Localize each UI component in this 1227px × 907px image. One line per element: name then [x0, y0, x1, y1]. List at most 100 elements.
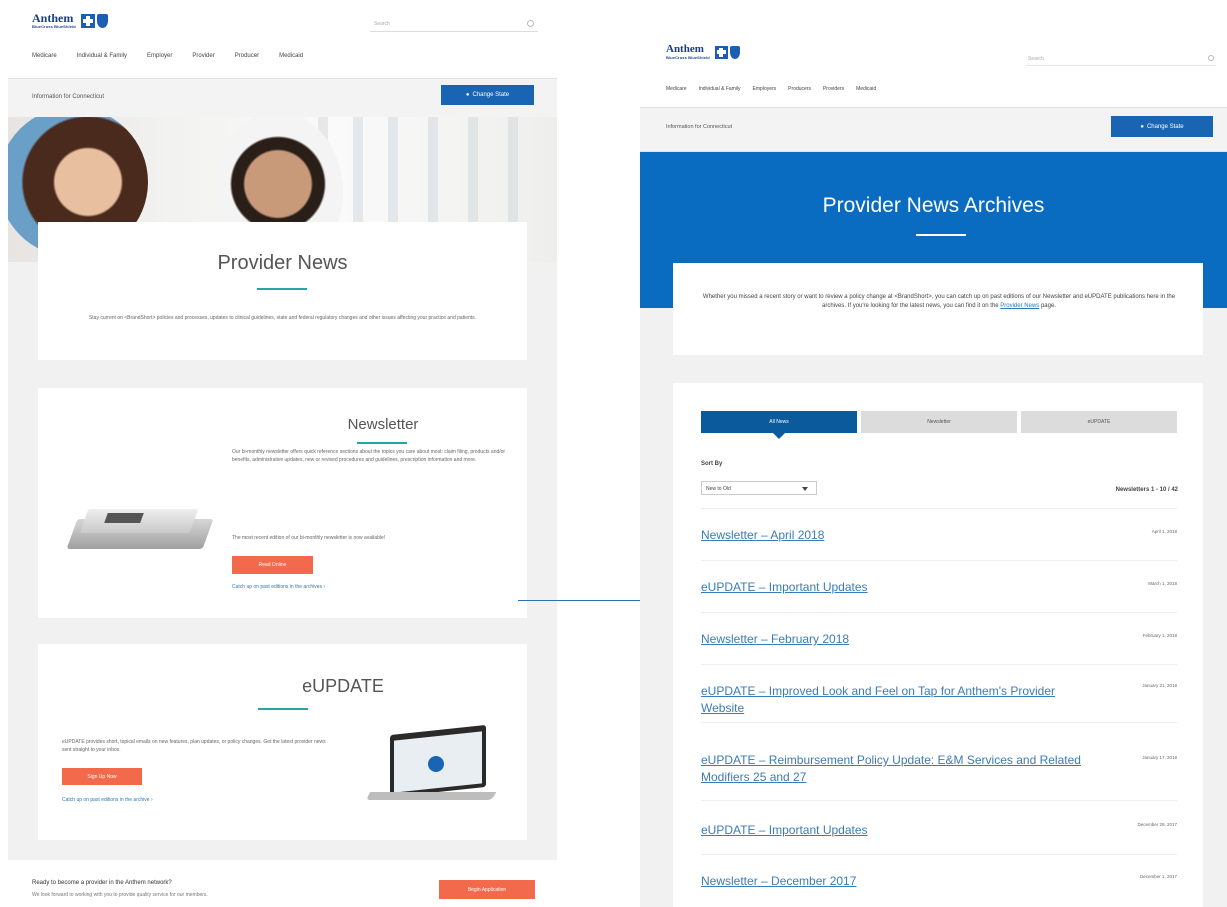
change-state-button[interactable]: ● Change State — [1111, 116, 1213, 137]
provider-news-link[interactable]: Provider News — [1000, 303, 1039, 309]
search-input[interactable]: Search — [1026, 52, 1216, 66]
change-state-button[interactable]: ● Change State — [441, 85, 534, 105]
sort-select[interactable]: New to Old — [701, 481, 817, 495]
archive-item-link[interactable]: eUPDATE – Improved Look and Feel on Tap … — [701, 683, 1101, 717]
chevron-down-icon — [802, 487, 808, 491]
read-online-button[interactable]: Read Online — [232, 556, 313, 574]
eupdate-card: eUPDATE eUPDATE provides short, topical … — [38, 644, 527, 840]
main-nav: Medicare Individual & Family Employers P… — [666, 86, 888, 92]
nav-item-employers[interactable]: Employers — [753, 86, 777, 92]
archive-list-card: All News Newsletter eUPDATE Sort By New … — [673, 383, 1203, 907]
blue-shield-icon — [96, 13, 108, 28]
chevron-right-icon: › — [150, 797, 153, 803]
comparison-canvas: Anthem BlueCross BlueShield Search Medic… — [0, 0, 1227, 907]
logo-wordmark: Anthem — [666, 43, 704, 55]
title-underline — [357, 442, 407, 444]
provider-news-description: Stay current on <BrandShort> policies an… — [88, 315, 477, 321]
tab-eupdate[interactable]: eUPDATE — [1021, 411, 1177, 433]
nav-item-providers[interactable]: Providers — [823, 86, 844, 92]
list-item: Newsletter – April 2018 April 1, 2018 — [701, 508, 1177, 560]
archive-item-link[interactable]: Newsletter – April 2018 — [701, 527, 824, 544]
begin-application-button[interactable]: Begin Application — [439, 880, 535, 899]
newsletter-card: Newsletter Our bi-monthly newsletter off… — [38, 388, 527, 618]
state-info-bar: Information for Connecticut ● Change Sta… — [8, 78, 557, 118]
newspaper-image — [66, 505, 214, 549]
laptop-image — [365, 724, 498, 812]
list-item: eUPDATE – Reimbursement Policy Update: E… — [701, 722, 1177, 800]
footer-cta: Ready to become a provider in the Anthem… — [8, 860, 557, 907]
nav-item-provider[interactable]: Provider — [192, 53, 214, 59]
search-input[interactable]: Search — [370, 16, 538, 32]
nav-item-individual-family[interactable]: Individual & Family — [77, 53, 127, 59]
nav-item-medicaid[interactable]: Medicaid — [279, 53, 303, 59]
logo-subtext: BlueCross BlueShield — [32, 24, 76, 29]
results-count: Newsletters 1 - 10 / 42 — [1115, 487, 1178, 493]
archive-item-link[interactable]: eUPDATE – Important Updates — [701, 822, 868, 839]
nav-item-employer[interactable]: Employer — [147, 53, 172, 59]
nav-item-medicare[interactable]: Medicare — [32, 53, 57, 59]
nav-item-producers[interactable]: Producers — [788, 86, 811, 92]
eupdate-description: eUPDATE provides short, topical emails o… — [62, 739, 326, 753]
title-underline — [257, 288, 307, 290]
search-icon[interactable] — [1208, 55, 1214, 61]
location-pin-icon: ● — [465, 92, 470, 98]
logo-wordmark: Anthem — [32, 11, 74, 25]
archive-item-date: February 1, 2018 — [1142, 633, 1177, 638]
blue-shield-icon — [729, 45, 740, 59]
anthem-logo[interactable]: Anthem BlueCross BlueShield — [32, 12, 108, 29]
site-header: Anthem BlueCross BlueShield Search Medic… — [640, 0, 1227, 107]
archive-item-link[interactable]: eUPDATE – Important Updates — [701, 579, 868, 596]
sign-up-button[interactable]: Sign Up Now — [62, 768, 142, 785]
archive-item-date: January 21, 2018 — [1142, 683, 1177, 688]
provider-news-title: Provider News — [217, 252, 348, 274]
eupdate-archive-link[interactable]: Catch up on past editions in the archive… — [62, 797, 153, 803]
main-nav: Medicare Individual & Family Employer Pr… — [32, 53, 323, 59]
filter-tabs: All News Newsletter eUPDATE — [701, 411, 1177, 439]
list-item: eUPDATE – Important Updates December 29,… — [701, 800, 1177, 854]
sort-label: Sort By — [701, 461, 723, 467]
newsletter-latest-text: The most recent edition of our bi-monthl… — [232, 535, 386, 541]
search-icon[interactable] — [527, 20, 534, 27]
logo-subtext: BlueCross BlueShield — [666, 55, 710, 60]
blue-cross-icon — [714, 45, 728, 59]
intro-card: Whether you missed a recent story or wan… — [673, 263, 1203, 355]
state-info-text: Information for Connecticut — [666, 124, 733, 130]
title-underline — [916, 234, 966, 236]
archive-item-link[interactable]: Newsletter – February 2018 — [701, 631, 849, 648]
anthem-logo[interactable]: Anthem BlueCross BlueShield — [666, 44, 740, 60]
page-title: Provider News Archives — [822, 194, 1045, 217]
intro-text: Whether you missed a recent story or wan… — [702, 294, 1176, 309]
footer-heading: Ready to become a provider in the Anthem… — [32, 880, 172, 886]
list-item: Newsletter – February 2018 February 1, 2… — [701, 612, 1177, 664]
site-header: Anthem BlueCross BlueShield Search Medic… — [8, 0, 557, 78]
archive-item-date: March 1, 2018 — [1148, 581, 1177, 586]
newsletter-description: Our bi-monthly newsletter offers quick r… — [232, 449, 506, 463]
list-item: eUPDATE – Important Updates March 1, 201… — [701, 560, 1177, 612]
tab-all-news[interactable]: All News — [701, 411, 857, 439]
archive-item-link[interactable]: Newsletter – December 2017 — [701, 873, 856, 890]
nav-item-individual-family[interactable]: Individual & Family — [699, 86, 741, 92]
state-info-text: Information for Connecticut — [32, 94, 105, 100]
archive-item-date: January 17, 2018 — [1142, 755, 1177, 760]
state-info-bar: Information for Connecticut ● Change Sta… — [640, 107, 1227, 152]
tab-newsletter[interactable]: Newsletter — [861, 411, 1017, 433]
chevron-right-icon: › — [323, 584, 326, 590]
blue-cross-icon — [80, 13, 95, 28]
newsletter-title: Newsletter — [347, 416, 419, 433]
nav-item-medicaid[interactable]: Medicaid — [856, 86, 876, 92]
list-item: Newsletter – December 2017 December 1, 2… — [701, 854, 1177, 907]
footer-text: We look forward to working with you to p… — [32, 892, 208, 898]
archive-item-date: April 1, 2018 — [1151, 529, 1177, 534]
nav-item-producer[interactable]: Producer — [235, 53, 259, 59]
provider-news-archives-page: Anthem BlueCross BlueShield Search Medic… — [640, 0, 1227, 907]
eupdate-title: eUPDATE — [302, 676, 384, 696]
location-pin-icon: ● — [1140, 123, 1144, 130]
archive-item-link[interactable]: eUPDATE – Reimbursement Policy Update: E… — [701, 752, 1101, 786]
nav-item-medicare[interactable]: Medicare — [666, 86, 687, 92]
archive-item-date: December 29, 2017 — [1137, 822, 1177, 827]
newsletter-archive-link[interactable]: Catch up on past editions in the archive… — [232, 584, 325, 590]
provider-news-card: Provider News Stay current on <BrandShor… — [38, 222, 527, 360]
provider-news-page: Anthem BlueCross BlueShield Search Medic… — [8, 0, 557, 907]
archive-item-date: December 1, 2017 — [1139, 874, 1177, 879]
title-underline — [258, 708, 308, 710]
